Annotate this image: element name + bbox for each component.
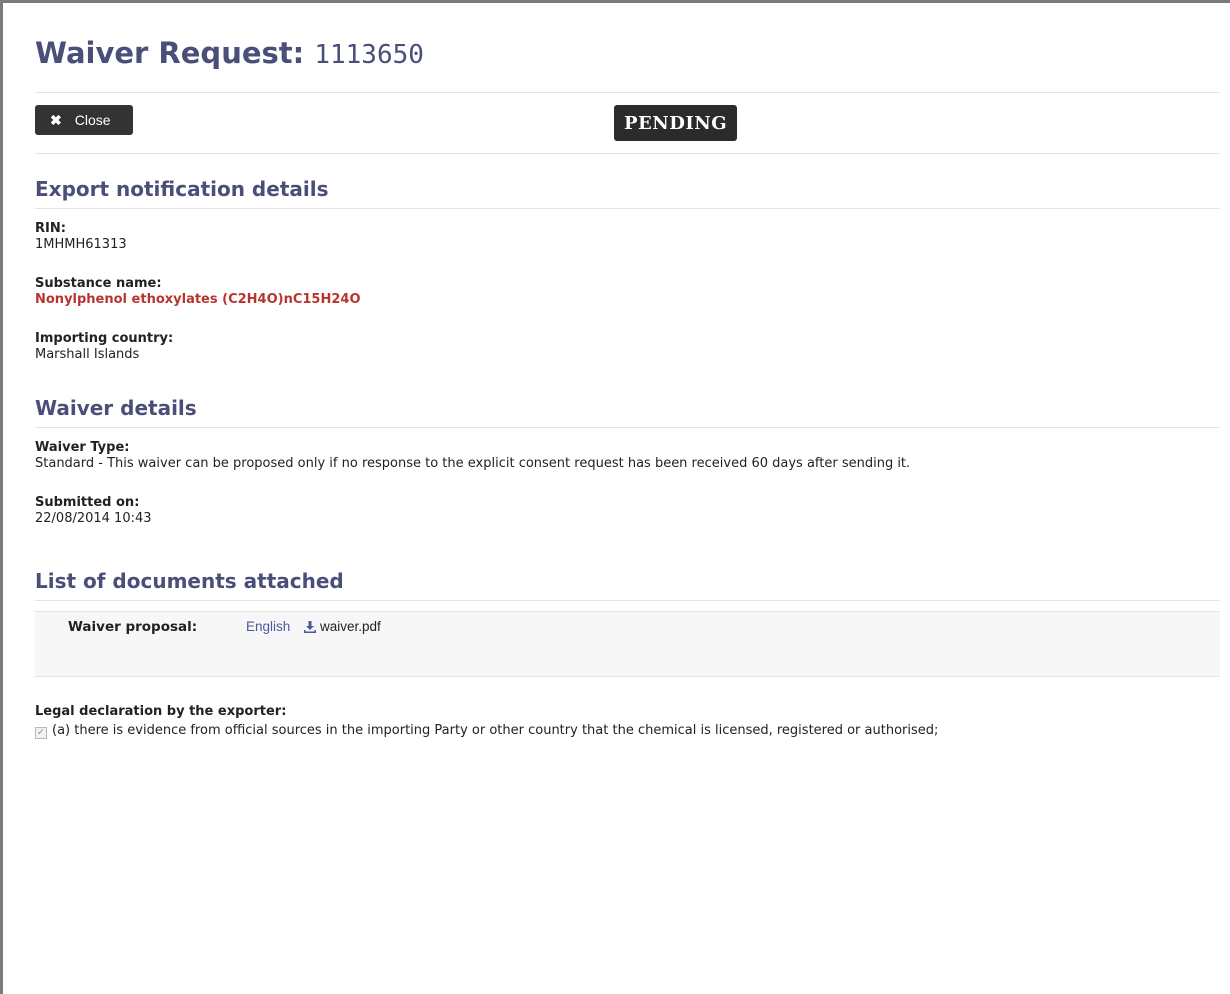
document-file-name: waiver.pdf bbox=[320, 619, 381, 634]
page-frame bbox=[0, 0, 1230, 994]
close-icon: ✖ bbox=[50, 111, 62, 128]
rin-label: RIN: bbox=[35, 221, 66, 236]
section-title-export-notification: Export notification details bbox=[35, 177, 329, 201]
waiver-type-value: Standard - This waiver can be proposed o… bbox=[35, 456, 911, 471]
document-language-link[interactable]: English bbox=[246, 619, 290, 634]
substance-name-value: Nonylphenol ethoxylates (C2H4O)nC15H24O bbox=[35, 292, 361, 307]
divider bbox=[35, 153, 1220, 154]
request-number: 1113650 bbox=[314, 40, 424, 70]
divider bbox=[35, 92, 1220, 93]
rin-value: 1MHMH61313 bbox=[35, 237, 127, 252]
download-icon bbox=[304, 620, 316, 633]
submitted-on-value: 22/08/2014 10:43 bbox=[35, 511, 152, 526]
page-title-label: Waiver Request: bbox=[35, 36, 305, 70]
importing-country-value: Marshall Islands bbox=[35, 347, 140, 362]
waiver-type-label: Waiver Type: bbox=[35, 440, 130, 455]
substance-name-label: Substance name: bbox=[35, 276, 162, 291]
importing-country-label: Importing country: bbox=[35, 331, 174, 346]
page-title: Waiver Request: 1113650 bbox=[35, 36, 424, 70]
declaration-checkbox[interactable]: ✓ bbox=[35, 727, 47, 739]
documents-list: Waiver proposal: English waiver.pdf bbox=[35, 611, 1220, 677]
divider bbox=[35, 600, 1220, 601]
submitted-on-label: Submitted on: bbox=[35, 495, 140, 510]
legal-declaration-label: Legal declaration by the exporter: bbox=[35, 704, 287, 719]
section-title-documents: List of documents attached bbox=[35, 569, 344, 593]
section-title-waiver-details: Waiver details bbox=[35, 396, 197, 420]
document-download-link[interactable]: waiver.pdf bbox=[304, 619, 381, 634]
close-button[interactable]: ✖ Close bbox=[35, 105, 133, 135]
close-button-label: Close bbox=[74, 112, 111, 128]
divider bbox=[35, 427, 1220, 428]
status-badge: PENDING bbox=[614, 105, 738, 141]
declaration-text: (a) there is evidence from official sour… bbox=[52, 723, 939, 738]
document-label: Waiver proposal: bbox=[68, 619, 198, 635]
divider bbox=[35, 208, 1220, 209]
